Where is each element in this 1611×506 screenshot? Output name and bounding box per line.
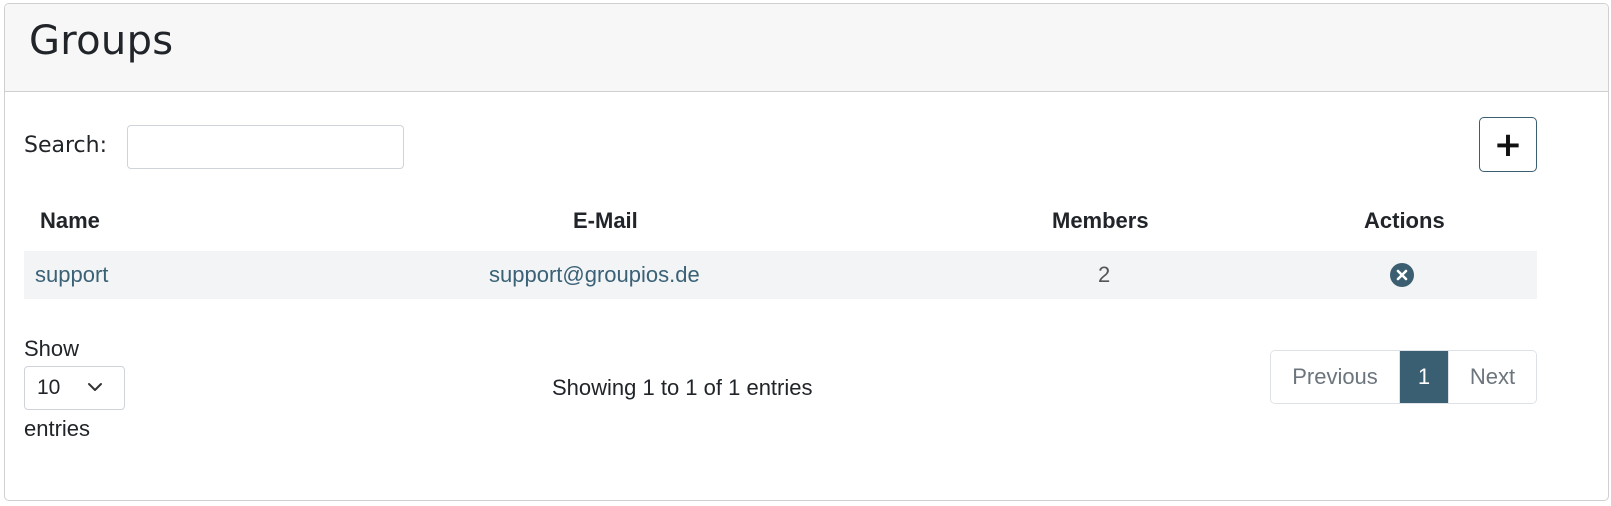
previous-page-button[interactable]: Previous: [1271, 351, 1400, 403]
add-group-button[interactable]: +: [1479, 117, 1537, 172]
table-info: Showing 1 to 1 of 1 entries: [552, 375, 813, 400]
card-header: Groups: [5, 4, 1608, 92]
entries-label: entries: [24, 416, 91, 441]
table-row: [24, 251, 1537, 299]
page-title: Groups: [29, 18, 174, 64]
group-members-count: 2: [1098, 262, 1111, 287]
entries-per-page-select[interactable]: 10: [24, 366, 125, 410]
column-header-members[interactable]: Members: [1052, 208, 1149, 234]
search-input[interactable]: [127, 125, 404, 169]
column-header-email[interactable]: E-Mail: [573, 208, 638, 234]
column-header-actions: Actions: [1364, 208, 1445, 233]
search-label: Search:: [24, 133, 107, 158]
page-1-button[interactable]: 1: [1400, 351, 1448, 403]
group-name-link[interactable]: support: [35, 262, 108, 288]
column-header-name[interactable]: Name: [40, 208, 100, 234]
plus-icon: +: [1493, 124, 1523, 165]
entries-per-page-value: 10: [37, 376, 61, 399]
delete-circle-icon[interactable]: [1390, 263, 1414, 287]
chevron-down-icon: [87, 379, 103, 399]
next-page-button[interactable]: Next: [1448, 351, 1536, 403]
group-email-link[interactable]: support@groupios.de: [489, 262, 700, 288]
pagination: Previous 1 Next: [1270, 350, 1537, 404]
show-label: Show: [24, 336, 80, 361]
